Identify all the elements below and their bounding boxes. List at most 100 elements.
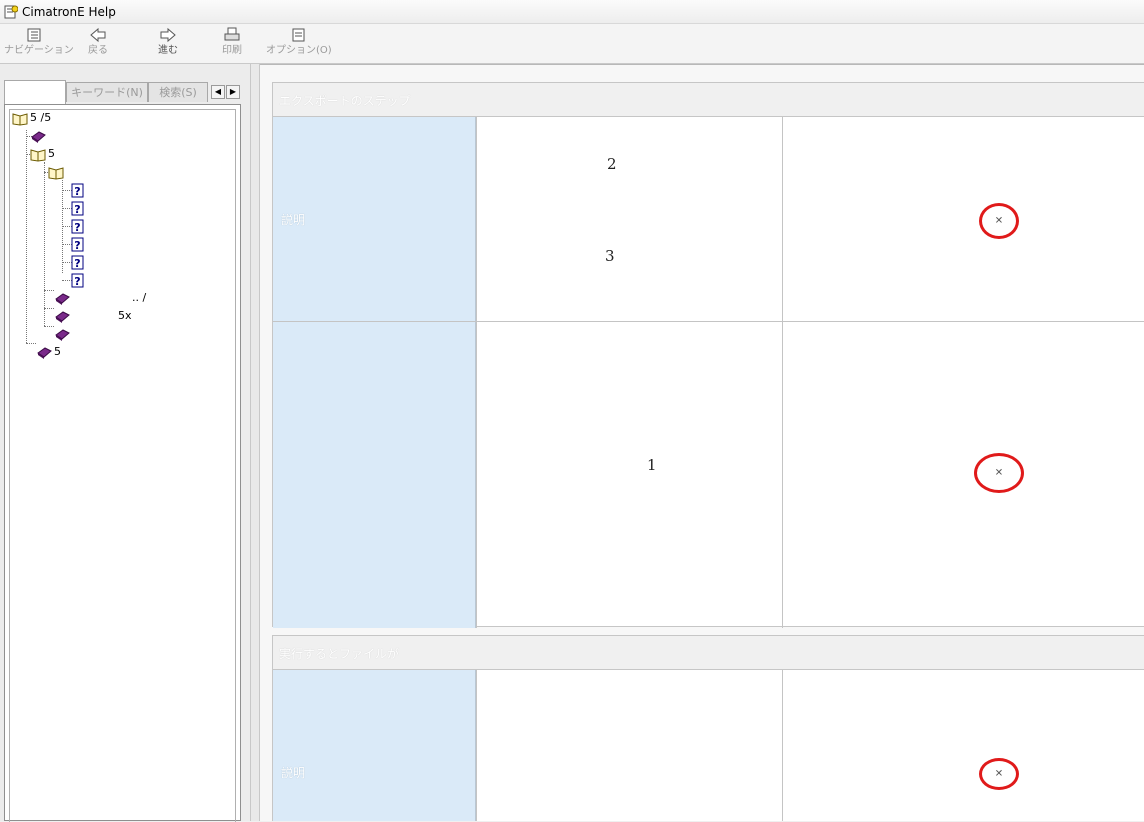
tree-connector xyxy=(26,130,27,343)
open-book-icon xyxy=(30,149,46,162)
tree-item-label: 5x xyxy=(118,309,132,322)
tab-keyword[interactable]: キーワード(N) xyxy=(66,82,148,102)
row-label: 説明 xyxy=(281,213,306,227)
column-divider xyxy=(476,670,477,821)
back-button[interactable]: 戻る xyxy=(78,26,118,62)
tree-item-root[interactable]: 5 /5 xyxy=(12,110,212,127)
row-label: 説明 xyxy=(281,766,306,780)
tree-item[interactable] xyxy=(48,164,208,181)
tree-item-label: .. / xyxy=(132,291,147,304)
tree-item[interactable] xyxy=(30,128,210,145)
book-icon xyxy=(55,329,70,341)
broken-image-marker: ✕ xyxy=(979,203,1019,239)
options-button[interactable]: オプション(O) xyxy=(266,26,332,62)
svg-text:?: ? xyxy=(74,203,80,216)
step-number: 3 xyxy=(605,247,615,265)
open-book-icon xyxy=(48,167,64,180)
help-page-icon: ? xyxy=(71,237,84,252)
tree-item-page[interactable]: ? xyxy=(70,272,210,289)
tab-search-label: 検索(S) xyxy=(159,86,197,99)
forward-arrow-icon xyxy=(160,27,176,43)
open-book-icon xyxy=(12,113,28,126)
help-page-icon: ? xyxy=(71,201,84,216)
print-button[interactable]: 印刷 xyxy=(214,26,250,62)
broken-image-icon: ✕ xyxy=(994,215,1004,227)
tree-connector xyxy=(44,290,54,291)
tree-item-page[interactable]: ? xyxy=(70,218,210,235)
row-label-cell xyxy=(273,322,476,628)
help-page-icon: ? xyxy=(71,255,84,270)
print-icon xyxy=(224,27,240,41)
section-header: エクスポートのステップ xyxy=(273,83,1144,117)
row-label-cell: 説明 xyxy=(273,117,476,321)
forward-button[interactable]: 進む xyxy=(148,26,188,62)
column-divider xyxy=(476,117,477,628)
tab-search[interactable]: 検索(S) xyxy=(148,82,208,102)
tree-item-page[interactable]: ? xyxy=(70,200,210,217)
tree-item[interactable] xyxy=(54,326,229,343)
tree-connector xyxy=(44,326,54,327)
back-arrow-icon xyxy=(90,27,106,43)
print-label: 印刷 xyxy=(222,45,242,56)
tree-item[interactable]: 5 xyxy=(36,344,211,361)
svg-text:?: ? xyxy=(74,185,80,198)
help-page-icon: ? xyxy=(71,219,84,234)
tree-item-page[interactable]: ? xyxy=(70,236,210,253)
tree-item-label: 5 xyxy=(54,345,61,358)
book-icon xyxy=(31,131,46,143)
step-number: 2 xyxy=(607,155,617,173)
tree-item-page[interactable]: ? xyxy=(70,182,210,199)
tree-item[interactable]: 5 xyxy=(30,146,210,163)
tab-keyword-label: キーワード(N) xyxy=(71,86,143,99)
help-page-icon: ? xyxy=(71,183,84,198)
forward-label: 進む xyxy=(158,45,178,56)
help-page-icon: ? xyxy=(71,273,84,288)
book-icon xyxy=(37,347,52,359)
broken-image-icon: ✕ xyxy=(994,467,1004,479)
tree-connector xyxy=(26,343,36,344)
section-header: 実行するとファイルが xyxy=(273,636,1144,670)
step-number: 1 xyxy=(647,456,657,474)
svg-text:?: ? xyxy=(74,257,80,270)
tab-contents[interactable] xyxy=(4,80,66,104)
navigation-pane: キーワード(N) 検索(S) ◀ ▶ 5 /5 5 ? ? ? ? ? ? ..… xyxy=(0,64,250,822)
broken-image-icon: ✕ xyxy=(994,768,1004,780)
section-export-steps: エクスポートのステップ 説明 2 3 ✕ 1 ✕ xyxy=(272,82,1144,628)
row-label-cell: 説明 xyxy=(273,670,476,821)
nav-tabs: キーワード(N) 検索(S) ◀ ▶ xyxy=(4,80,244,106)
section-title: エクスポートのステップ xyxy=(279,94,411,108)
pane-splitter[interactable] xyxy=(250,64,260,821)
options-icon xyxy=(292,28,305,42)
contents-tree: 5 /5 5 ? ? ? ? ? ? .. / 5x 5 xyxy=(4,104,241,822)
title-bar: CimatronE Help xyxy=(0,0,1144,24)
tab-scroll-left-button[interactable]: ◀ xyxy=(211,85,225,99)
contents-label: ナビゲーション xyxy=(4,45,74,56)
column-divider xyxy=(782,117,783,628)
tree-item-label: 5 /5 xyxy=(30,111,52,124)
topic-content: エクスポートのステップ 説明 2 3 ✕ 1 ✕ 実行するとファイルが 説明 ✕ xyxy=(260,64,1144,821)
options-label: オプション(O) xyxy=(266,45,332,56)
broken-image-marker: ✕ xyxy=(979,758,1019,790)
tree-item[interactable]: 5x xyxy=(54,308,229,325)
tab-scroll-right-button[interactable]: ▶ xyxy=(226,85,240,99)
tree-item-page[interactable]: ? xyxy=(70,254,210,271)
tree-connector xyxy=(44,162,45,326)
back-label: 戻る xyxy=(88,45,108,56)
svg-text:?: ? xyxy=(74,239,80,252)
section-result: 実行するとファイルが 説明 ✕ xyxy=(272,635,1144,821)
tree-connector xyxy=(44,308,54,309)
svg-text:?: ? xyxy=(74,275,80,288)
broken-image-marker: ✕ xyxy=(974,453,1024,493)
svg-text:?: ? xyxy=(74,221,80,234)
book-icon xyxy=(55,311,70,323)
book-icon xyxy=(55,293,70,305)
help-app-icon xyxy=(4,5,18,19)
column-divider xyxy=(782,670,783,821)
toolbar: ナビゲーション 戻る 進む 印刷 オプション(O) xyxy=(0,24,1144,64)
tree-item-label: 5 xyxy=(48,147,55,160)
section-title: 実行するとファイルが xyxy=(279,647,400,661)
contents-button[interactable]: ナビゲーション xyxy=(4,26,74,62)
tree-item[interactable]: .. / xyxy=(54,290,229,307)
window-title: CimatronE Help xyxy=(22,5,116,19)
contents-icon xyxy=(27,28,41,42)
